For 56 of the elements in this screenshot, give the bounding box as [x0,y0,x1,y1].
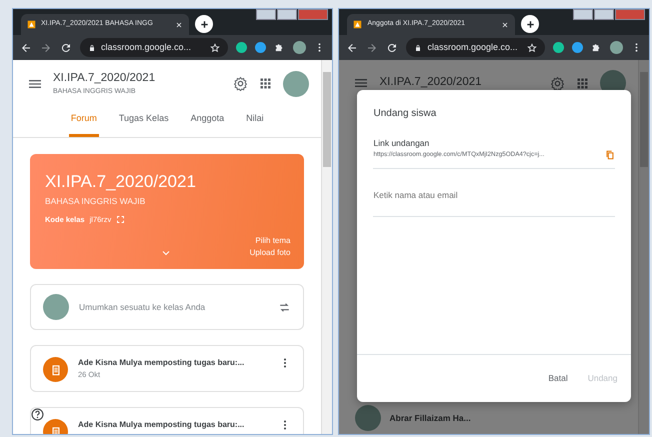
star-icon[interactable] [527,42,537,52]
lock-icon [414,44,422,52]
post-card[interactable]: Ade Kisna Mulya memposting tugas baru:... [30,407,304,434]
favicon-icon [27,20,36,29]
close-icon[interactable] [501,20,510,28]
lock-icon [88,44,96,52]
extension-icon[interactable] [572,42,583,53]
reload-icon[interactable] [60,42,72,54]
profile-avatar[interactable] [293,41,306,54]
dialog-title: Undang siswa [373,107,438,121]
new-tab-button[interactable] [195,15,213,33]
minimize-button[interactable] [256,9,276,20]
apps-grid-icon[interactable] [258,76,274,92]
class-tab[interactable]: Tugas Kelas [116,104,171,138]
banner-title: XI.IPA.7_2020/2021 [45,171,197,194]
repost-icon[interactable] [278,300,292,314]
avatar [43,294,69,320]
class-tab[interactable]: Nilai [244,104,266,138]
back-icon[interactable] [20,42,32,54]
member-name[interactable]: Abrar Fillaizam Ha... [389,412,471,424]
address-bar[interactable]: classroom.google.co... [80,38,228,57]
extension-icon[interactable] [553,42,564,53]
star-icon[interactable] [210,42,220,52]
plus-icon [524,18,536,30]
post-text: Ade Kisna Mulya memposting tugas baru:... [78,419,246,432]
puzzle-icon[interactable] [591,42,602,53]
link-label: Link undangan [373,137,430,150]
forward-icon[interactable] [40,42,52,54]
scrollbar[interactable] [321,60,332,434]
new-tab-button[interactable] [521,15,540,33]
profile-avatar[interactable] [610,41,623,54]
address-bar[interactable]: classroom.google.co... [406,38,545,57]
forward-icon[interactable] [366,42,378,54]
class-title: XI.IPA.7_2020/2021 [379,75,483,90]
back-icon[interactable] [346,42,358,54]
close-icon[interactable] [175,20,183,28]
maximize-button[interactable] [277,9,298,20]
extension-icon[interactable] [255,42,266,53]
class-tab[interactable]: Forum [68,104,99,138]
settings-icon[interactable] [233,76,248,92]
plus-icon [198,18,210,30]
scrollbar[interactable] [638,60,649,434]
class-tab[interactable]: Anggota [188,104,226,138]
favicon-icon [353,20,362,29]
class-title: XI.IPA.7_2020/2021 [53,71,156,86]
announce-placeholder: Umumkan sesuatu ke kelas Anda [79,300,206,314]
extension-icon[interactable] [236,42,248,53]
banner-subtitle: BAHASA INGGRIS WAJIB [45,194,146,208]
dialog-button[interactable]: Batal [542,368,574,389]
copy-icon[interactable] [605,150,616,160]
post-text: Ade Kisna Mulya memposting tugas baru:... [78,357,246,370]
settings-icon[interactable] [550,76,565,90]
announce-box[interactable]: Umumkan sesuatu ke kelas Anda [30,284,304,330]
apps-grid-icon[interactable] [575,76,590,90]
avatar [355,405,382,431]
reload-icon[interactable] [386,42,398,54]
